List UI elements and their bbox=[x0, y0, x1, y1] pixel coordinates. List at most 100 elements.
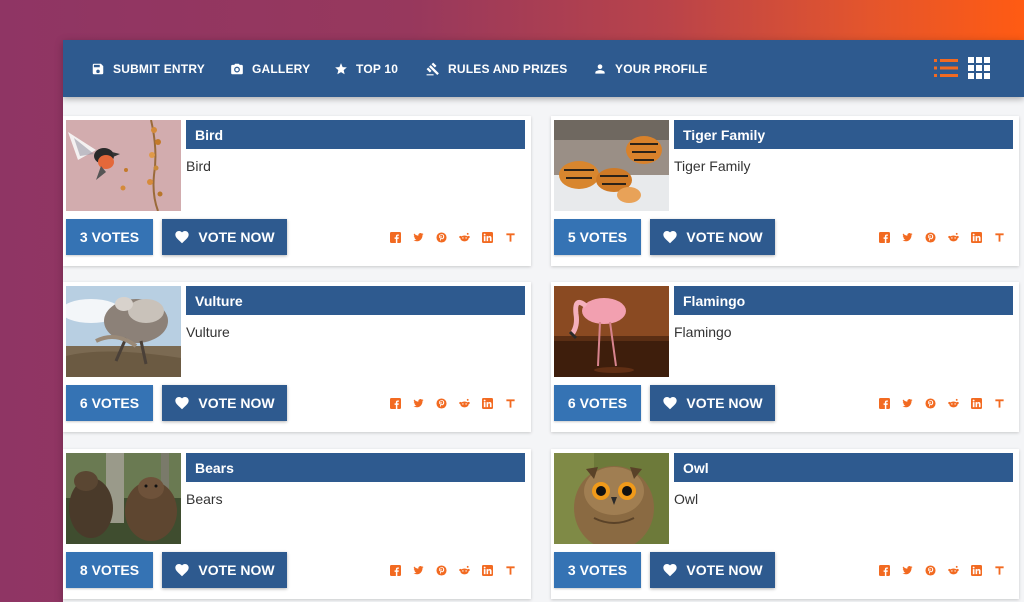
reddit-icon[interactable] bbox=[459, 232, 470, 243]
heart-icon bbox=[663, 231, 678, 244]
entry-description: Vulture bbox=[186, 324, 230, 340]
entry-description: Bird bbox=[186, 158, 211, 174]
vote-now-label: VOTE NOW bbox=[686, 395, 763, 411]
linkedin-icon[interactable] bbox=[971, 397, 982, 409]
list-view-icon[interactable] bbox=[934, 57, 958, 79]
entry-card: Tiger Family Tiger Family 5 VOTES VOTE N… bbox=[551, 116, 1019, 266]
twitter-icon[interactable] bbox=[902, 398, 913, 409]
share-icons bbox=[390, 230, 516, 244]
twitter-icon[interactable] bbox=[413, 398, 424, 409]
tumblr-icon[interactable] bbox=[994, 232, 1005, 243]
reddit-icon[interactable] bbox=[948, 398, 959, 409]
pinterest-icon[interactable] bbox=[925, 231, 936, 243]
heart-icon bbox=[175, 231, 190, 244]
heart-icon bbox=[175, 397, 190, 410]
votes-count-button[interactable]: 5 VOTES bbox=[554, 219, 641, 255]
pinterest-icon[interactable] bbox=[436, 397, 447, 409]
linkedin-icon[interactable] bbox=[971, 231, 982, 243]
votes-count-button[interactable]: 3 VOTES bbox=[66, 219, 153, 255]
facebook-icon[interactable] bbox=[879, 564, 890, 576]
facebook-icon[interactable] bbox=[879, 397, 890, 409]
vote-now-label: VOTE NOW bbox=[198, 395, 275, 411]
tumblr-icon[interactable] bbox=[505, 398, 516, 409]
linkedin-icon[interactable] bbox=[482, 397, 493, 409]
person-icon bbox=[595, 63, 605, 74]
entry-title[interactable]: Flamingo bbox=[674, 286, 1013, 315]
linkedin-icon[interactable] bbox=[482, 231, 493, 243]
entry-image[interactable] bbox=[66, 286, 181, 377]
entry-description: Bears bbox=[186, 491, 223, 507]
nav-submit-entry[interactable]: SUBMIT ENTRY bbox=[91, 40, 205, 97]
twitter-icon[interactable] bbox=[902, 232, 913, 243]
nav-label: RULES AND PRIZES bbox=[448, 61, 568, 76]
top-navbar: SUBMIT ENTRY GALLERY TOP 10 RULES AND PR… bbox=[63, 40, 1024, 97]
entry-description: Flamingo bbox=[674, 324, 732, 340]
tumblr-icon[interactable] bbox=[505, 232, 516, 243]
reddit-icon[interactable] bbox=[459, 398, 470, 409]
entry-image[interactable] bbox=[66, 453, 181, 544]
tumblr-icon[interactable] bbox=[994, 565, 1005, 576]
vote-now-button[interactable]: VOTE NOW bbox=[162, 219, 287, 255]
facebook-icon[interactable] bbox=[390, 231, 401, 243]
entry-title[interactable]: Owl bbox=[674, 453, 1013, 482]
gavel-icon bbox=[426, 62, 439, 75]
heart-icon bbox=[663, 564, 678, 577]
entry-image[interactable] bbox=[66, 120, 181, 211]
entry-title[interactable]: Vulture bbox=[186, 286, 525, 315]
tumblr-icon[interactable] bbox=[505, 565, 516, 576]
facebook-icon[interactable] bbox=[879, 231, 890, 243]
share-icons bbox=[390, 563, 516, 577]
vote-now-label: VOTE NOW bbox=[686, 562, 763, 578]
reddit-icon[interactable] bbox=[948, 232, 959, 243]
entry-card: Bears Bears 8 VOTES VOTE NOW bbox=[63, 449, 531, 599]
pinterest-icon[interactable] bbox=[436, 231, 447, 243]
nav-top-10[interactable]: TOP 10 bbox=[334, 40, 398, 97]
vote-now-button[interactable]: VOTE NOW bbox=[162, 552, 287, 588]
vote-now-button[interactable]: VOTE NOW bbox=[650, 552, 775, 588]
linkedin-icon[interactable] bbox=[482, 564, 493, 576]
linkedin-icon[interactable] bbox=[971, 564, 982, 576]
nav-label: SUBMIT ENTRY bbox=[113, 61, 205, 76]
tumblr-icon[interactable] bbox=[994, 398, 1005, 409]
pinterest-icon[interactable] bbox=[925, 564, 936, 576]
twitter-icon[interactable] bbox=[413, 232, 424, 243]
facebook-icon[interactable] bbox=[390, 397, 401, 409]
vote-now-button[interactable]: VOTE NOW bbox=[650, 385, 775, 421]
save-icon bbox=[92, 63, 104, 74]
pinterest-icon[interactable] bbox=[436, 564, 447, 576]
grid-view-icon[interactable] bbox=[968, 57, 992, 79]
share-icons bbox=[879, 396, 1005, 410]
nav-label: GALLERY bbox=[252, 61, 311, 76]
camera-icon bbox=[231, 63, 243, 74]
vote-now-button[interactable]: VOTE NOW bbox=[650, 219, 775, 255]
votes-count-button[interactable]: 6 VOTES bbox=[554, 385, 641, 421]
twitter-icon[interactable] bbox=[902, 565, 913, 576]
entry-title[interactable]: Bears bbox=[186, 453, 525, 482]
vote-now-label: VOTE NOW bbox=[686, 229, 763, 245]
heart-icon bbox=[175, 564, 190, 577]
reddit-icon[interactable] bbox=[948, 565, 959, 576]
entry-image[interactable] bbox=[554, 286, 669, 377]
nav-label: TOP 10 bbox=[356, 61, 399, 76]
share-icons bbox=[390, 396, 516, 410]
votes-count-button[interactable]: 3 VOTES bbox=[554, 552, 641, 588]
nav-gallery[interactable]: GALLERY bbox=[230, 40, 310, 97]
entry-title[interactable]: Bird bbox=[186, 120, 525, 149]
votes-count-button[interactable]: 8 VOTES bbox=[66, 552, 153, 588]
entry-title[interactable]: Tiger Family bbox=[674, 120, 1013, 149]
star-icon bbox=[335, 62, 347, 74]
entry-image[interactable] bbox=[554, 453, 669, 544]
nav-your-profile[interactable]: YOUR PROFILE bbox=[593, 40, 707, 97]
entry-image[interactable] bbox=[554, 120, 669, 211]
reddit-icon[interactable] bbox=[459, 565, 470, 576]
pinterest-icon[interactable] bbox=[925, 397, 936, 409]
twitter-icon[interactable] bbox=[413, 565, 424, 576]
votes-count-button[interactable]: 6 VOTES bbox=[66, 385, 153, 421]
entry-card: Vulture Vulture 6 VOTES VOTE NOW bbox=[63, 282, 531, 432]
entry-card: Flamingo Flamingo 6 VOTES VOTE NOW bbox=[551, 282, 1019, 432]
nav-rules-and-prizes[interactable]: RULES AND PRIZES bbox=[426, 40, 567, 97]
facebook-icon[interactable] bbox=[390, 564, 401, 576]
entry-description: Tiger Family bbox=[674, 158, 751, 174]
entry-card: Owl Owl 3 VOTES VOTE NOW bbox=[551, 449, 1019, 599]
vote-now-button[interactable]: VOTE NOW bbox=[162, 385, 287, 421]
